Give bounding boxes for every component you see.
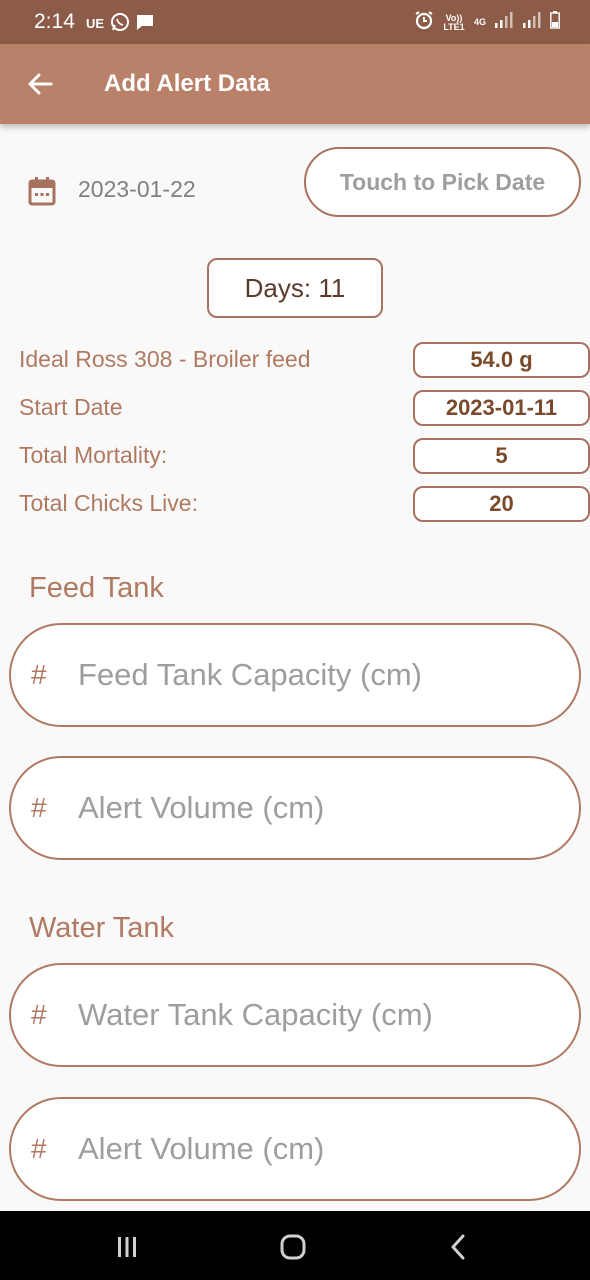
selected-date: 2023-01-22 [78,176,196,202]
feed-standard-label: Ideal Ross 308 - Broiler feed [19,346,311,372]
feed-alert-volume-field: # [9,756,581,860]
recent-apps-icon [118,1237,136,1257]
hash-icon: # [31,999,47,1030]
signal-icon [522,12,542,33]
start-date-value: 2023-01-11 [413,390,590,426]
home-button[interactable] [271,1227,315,1267]
pick-date-button[interactable]: Touch to Pick Date [304,147,581,217]
recent-apps-button[interactable] [105,1227,149,1267]
water-tank-capacity-input[interactable] [78,987,558,1043]
back-button[interactable] [22,66,58,102]
feed-tank-title: Feed Tank [29,572,164,604]
system-back-button[interactable] [436,1227,480,1267]
start-date-label: Start Date [19,394,123,420]
chat-icon [136,13,154,34]
alarm-icon [414,10,434,35]
feed-tank-capacity-input[interactable] [78,647,558,703]
feed-alert-volume-input[interactable] [78,780,558,836]
feed-tank-capacity-field: # [9,623,581,727]
home-icon [280,1234,306,1260]
water-tank-title: Water Tank [29,912,175,944]
calendar-icon [28,176,56,211]
back-icon [451,1234,465,1260]
hash-icon: # [31,1133,47,1164]
network-label: 4G [473,17,486,27]
days-badge: Days: 11 [207,258,383,318]
hash-icon: # [31,659,47,690]
whatsapp-icon [110,12,130,35]
status-right-icons: Vo)) LTE1 4G [414,10,560,35]
signal-icon [494,12,514,33]
status-left-icons: UE [86,12,154,35]
page-title: Add Alert Data [104,70,270,97]
status-bar: 2:14 UE Vo)) LTE1 4G [0,0,590,44]
total-chicks-live-value: 20 [413,486,590,522]
hash-icon: # [31,792,47,823]
water-alert-volume-input[interactable] [78,1121,558,1177]
water-alert-volume-field: # [9,1097,581,1201]
arrow-left-icon [28,73,53,95]
status-time: 2:14 [34,10,75,33]
battery-icon [550,11,560,34]
total-mortality-label: Total Mortality: [19,442,168,468]
carrier-badge: UE [86,16,105,31]
feed-standard-value: 54.0 g [413,342,590,378]
navigation-bar [0,1211,590,1280]
total-chicks-live-label: Total Chicks Live: [19,490,198,516]
app-bar: Add Alert Data [0,44,590,124]
water-tank-capacity-field: # [9,963,581,1067]
total-mortality-value: 5 [413,438,590,474]
volte-label: Vo)) LTE1 [443,12,465,32]
